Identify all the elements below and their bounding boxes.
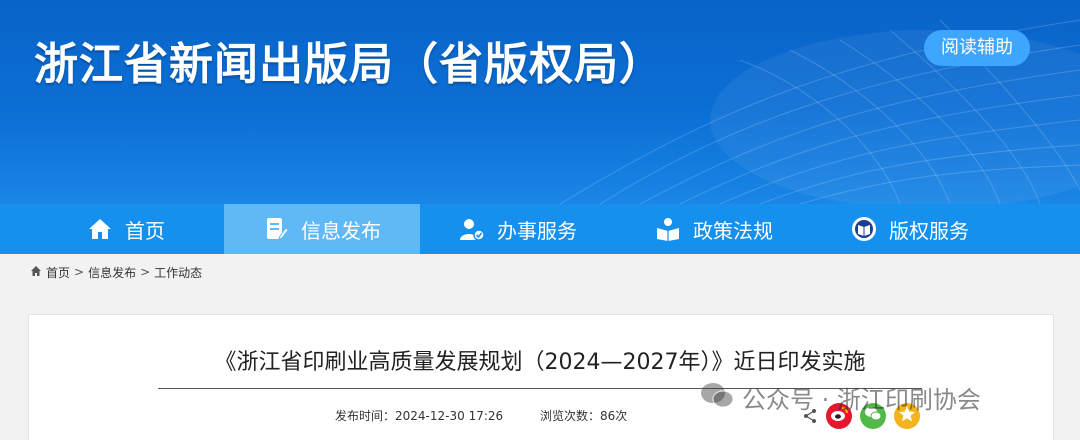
publish-time-label: 发布时间： [335,409,396,423]
nav-item-info-release[interactable]: 信息发布 [224,204,420,254]
breadcrumb-work-news[interactable]: 工作动态 [154,264,202,281]
nav-label-copyright: 版权服务 [889,218,969,243]
site-title: 浙江省新闻出版局（省版权局） [34,39,664,90]
document-edit-icon [263,216,289,242]
view-count: 浏览次数：86次 [540,407,627,424]
nav-label-info-release: 信息发布 [301,218,381,243]
nav-item-home[interactable]: 首页 [28,204,224,254]
wechat-watermark-icon [700,381,734,415]
nav-label-home: 首页 [125,218,165,243]
main-nav: 首页 信息发布 办事服务 政策法规 版权服务 [0,204,1080,254]
wechat-watermark: 公众号 · 浙江印刷协会 [700,380,981,415]
reading-person-icon [655,216,681,242]
nav-label-policies: 政策法规 [693,218,773,243]
breadcrumb-separator: > [140,265,151,279]
breadcrumb-home[interactable]: 首页 [46,264,70,281]
breadcrumb-separator: > [74,265,85,279]
home-icon [87,216,113,242]
watermark-text: 公众号 · 浙江印刷协会 [742,386,981,414]
nav-label-services: 办事服务 [497,218,577,243]
reading-assist-button[interactable]: 阅读辅助 [924,30,1030,66]
article-title: 《浙江省印刷业高质量发展规划（2024—2027年）》近日印发实施 [214,350,866,375]
view-count-label: 浏览次数： [540,409,601,423]
copyright-book-icon [851,216,877,242]
nav-item-services[interactable]: 办事服务 [420,204,616,254]
publish-time-value: 2024-12-30 17:26 [395,409,504,423]
view-count-value: 86次 [600,409,628,423]
user-service-icon [459,216,485,242]
nav-item-copyright[interactable]: 版权服务 [812,204,1008,254]
page: 浙江省新闻出版局（省版权局） 阅读辅助 首页 信息发布 办事服务 政策法规 版权… [0,0,1080,440]
breadcrumb-info-release[interactable]: 信息发布 [88,264,136,281]
breadcrumb: 首页 > 信息发布 > 工作动态 [30,262,202,282]
nav-item-policies[interactable]: 政策法规 [616,204,812,254]
breadcrumb-home-icon [30,265,42,280]
publish-time: 发布时间：2024-12-30 17:26 [335,407,503,424]
header-banner: 浙江省新闻出版局（省版权局） 阅读辅助 [0,0,1080,204]
